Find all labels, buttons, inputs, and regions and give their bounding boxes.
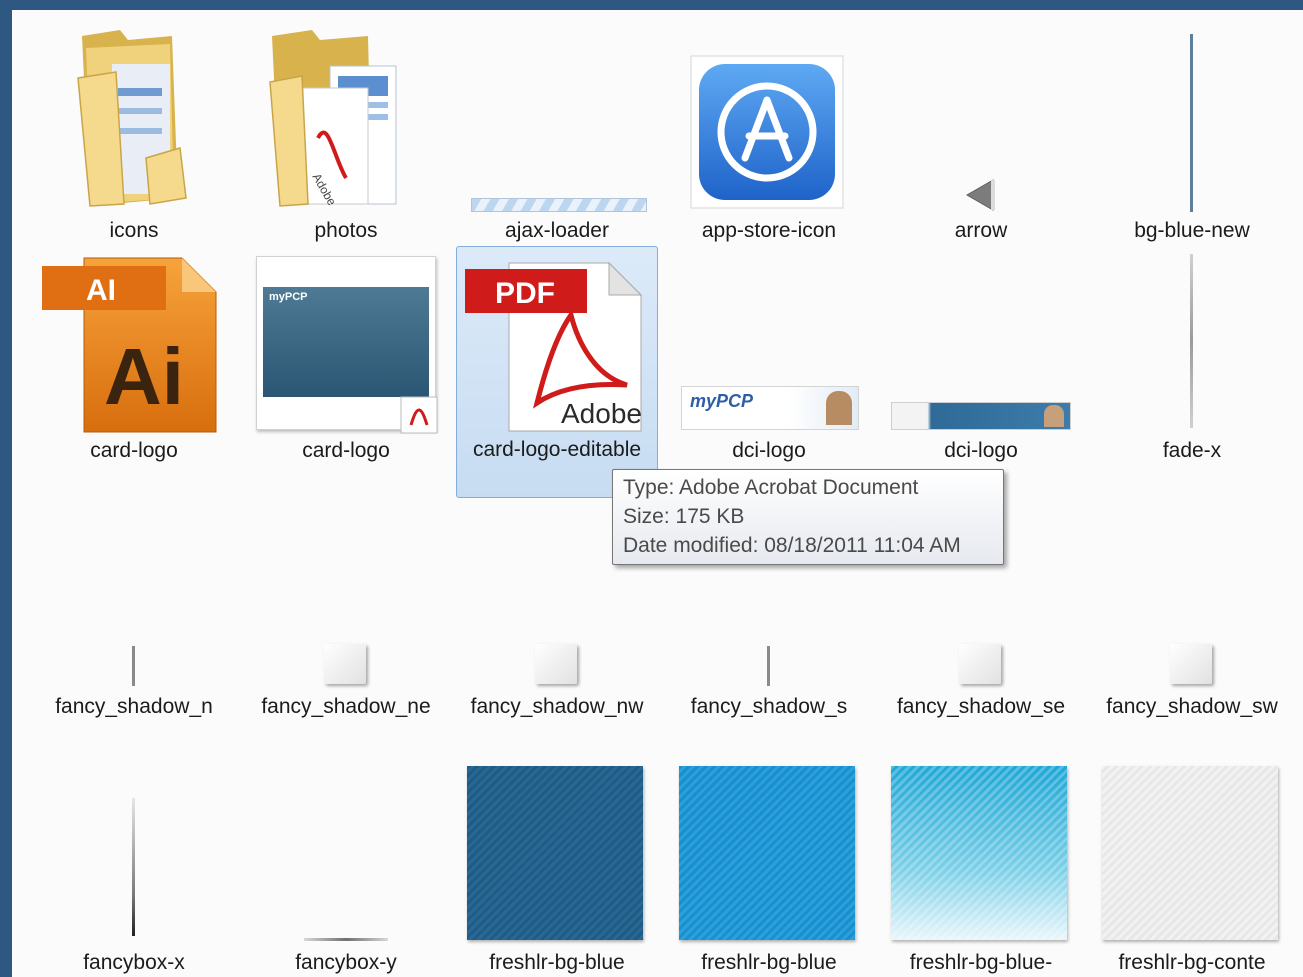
- file-arrow[interactable]: arrow: [883, 20, 1079, 252]
- file-freshlr-bg-content[interactable]: freshlr-bg-conte: [1094, 762, 1290, 977]
- file-label: dci-logo: [732, 439, 806, 462]
- file-label: fancy_shadow_se: [896, 695, 1066, 718]
- shadow-line-thumbnail: [132, 646, 135, 686]
- file-fancybox-y[interactable]: fancybox-y: [248, 762, 444, 977]
- file-freshlr-bg-blue-1[interactable]: freshlr-bg-blue: [459, 762, 655, 977]
- tooltip-size: Size: 175 KB: [623, 505, 745, 528]
- fancybox-x-thumbnail: [132, 798, 135, 936]
- file-bg-blue-new[interactable]: bg-blue-new: [1094, 20, 1290, 252]
- shadow-thumbnail: [324, 644, 366, 684]
- tooltip-date-modified: Date modified: 08/18/2011 11:04 AM: [623, 534, 961, 557]
- file-label: fancy_shadow_nw: [470, 695, 644, 718]
- person-photo: [1044, 405, 1064, 427]
- file-label: fancy_shadow_sw: [1106, 695, 1278, 718]
- file-view-pane: icons Adobe photos ajax-loader app-store…: [12, 10, 1303, 977]
- pdf-overlay-icon: [400, 396, 438, 434]
- card-logo-thumbnail: myPCP: [256, 256, 438, 434]
- file-dci-logo-2[interactable]: dci-logo: [883, 250, 1079, 490]
- tooltip-type: Type: Adobe Acrobat Document: [623, 476, 919, 499]
- dci-logo-thumbnail: [891, 402, 1071, 430]
- shadow-line-thumbnail: [767, 646, 770, 686]
- file-label: fade-x: [1162, 439, 1222, 462]
- file-fancy-shadow-nw[interactable]: fancy_shadow_nw: [459, 640, 655, 760]
- file-label: photos: [314, 219, 378, 242]
- card-logo-preview: myPCP: [263, 287, 429, 397]
- file-label: arrow: [954, 219, 1008, 242]
- file-label: app-store-icon: [701, 219, 837, 242]
- arrow-left-icon: [965, 179, 995, 211]
- fancybox-y-thumbnail: [304, 938, 388, 941]
- shadow-thumbnail: [535, 644, 577, 684]
- file-label: freshlr-bg-conte: [1118, 951, 1266, 974]
- file-label: fancybox-x: [83, 951, 185, 974]
- file-fancy-shadow-se[interactable]: fancy_shadow_se: [883, 640, 1079, 760]
- pdf-file-icon: PDF Adobe: [465, 261, 643, 432]
- file-icons-folder[interactable]: icons: [36, 20, 232, 252]
- file-card-logo-pdf[interactable]: myPCP card-logo: [248, 250, 444, 490]
- ai-letters-text: Ai: [104, 332, 184, 421]
- file-label: fancy_shadow_s: [690, 695, 848, 718]
- light-texture-thumbnail: [1102, 766, 1278, 940]
- folder-photos-icon: Adobe: [269, 30, 397, 208]
- file-label: freshlr-bg-blue-: [909, 951, 1053, 974]
- file-label: bg-blue-new: [1134, 219, 1250, 242]
- dark-blue-texture-thumbnail: [467, 766, 643, 940]
- file-freshlr-bg-blue-3[interactable]: freshlr-bg-blue-: [883, 762, 1079, 977]
- file-dci-logo-1[interactable]: myPCP dci-logo: [671, 250, 867, 490]
- file-fade-x[interactable]: fade-x: [1094, 250, 1290, 490]
- file-fancybox-x[interactable]: fancybox-x: [36, 762, 232, 977]
- fade-line-thumbnail: [1190, 254, 1193, 428]
- app-store-icon: [690, 55, 844, 209]
- file-label: dci-logo: [944, 439, 1018, 462]
- file-photos-folder[interactable]: Adobe photos: [248, 20, 444, 252]
- dci-logo-thumbnail: myPCP: [681, 386, 859, 430]
- mypcp-brand-text: myPCP: [269, 291, 308, 303]
- blue-line-thumbnail: [1190, 34, 1193, 212]
- file-label: ajax-loader: [505, 219, 609, 242]
- file-label: card-logo: [302, 439, 390, 462]
- file-label: card-logo: [90, 439, 178, 462]
- pdf-badge-text: PDF: [495, 277, 555, 310]
- file-card-logo-ai[interactable]: AI Ai card-logo: [36, 250, 232, 490]
- file-ajax-loader[interactable]: ajax-loader: [459, 20, 655, 252]
- file-fancy-shadow-sw[interactable]: fancy_shadow_sw: [1094, 640, 1290, 760]
- adobe-text: Adobe: [561, 398, 642, 429]
- file-label: icons: [109, 219, 159, 242]
- file-info-tooltip: Type: Adobe Acrobat Document Size: 175 K…: [612, 469, 1004, 565]
- shadow-thumbnail: [1170, 644, 1212, 684]
- file-label: fancy_shadow_ne: [261, 695, 431, 718]
- file-card-logo-editable-selected[interactable]: PDF Adobe card-logo-editable: [456, 246, 658, 498]
- file-fancy-shadow-s[interactable]: fancy_shadow_s: [671, 640, 867, 760]
- file-label: card-logo-editable: [472, 438, 642, 461]
- file-app-store-icon[interactable]: app-store-icon: [671, 20, 867, 252]
- file-freshlr-bg-blue-2[interactable]: freshlr-bg-blue: [671, 762, 867, 977]
- blue-gradient-texture-thumbnail: [891, 766, 1067, 940]
- folder-icon: [77, 30, 187, 207]
- illustrator-file-icon: AI Ai: [42, 257, 217, 433]
- file-fancy-shadow-ne[interactable]: fancy_shadow_ne: [248, 640, 444, 760]
- file-fancy-shadow-n[interactable]: fancy_shadow_n: [36, 640, 232, 760]
- person-photo: [826, 391, 852, 425]
- file-label: freshlr-bg-blue: [701, 951, 837, 974]
- mypcp-brand-text: myPCP: [690, 391, 754, 411]
- blue-texture-thumbnail: [679, 766, 855, 940]
- file-label: fancy_shadow_n: [55, 695, 213, 718]
- shadow-thumbnail: [959, 644, 1001, 684]
- loader-bar-thumbnail: [471, 198, 647, 212]
- file-label: fancybox-y: [295, 951, 397, 974]
- file-label: freshlr-bg-blue: [489, 951, 625, 974]
- ai-badge-text: AI: [86, 274, 116, 307]
